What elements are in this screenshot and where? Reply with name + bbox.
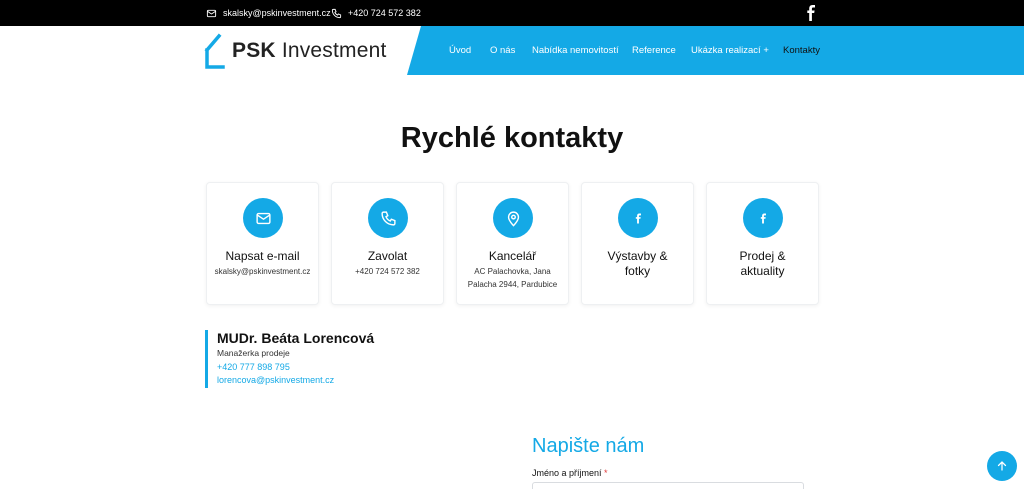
topbar-phone[interactable]: +420 724 572 382 [331, 0, 421, 26]
location-pin-icon [507, 210, 519, 227]
card-subtitle: AC Palachovka, Jana Palacha 2944, Pardub… [467, 267, 558, 289]
card-phone[interactable]: Zavolat +420 724 572 382 [331, 182, 444, 305]
nav-item-o-nas[interactable]: O nás [490, 26, 515, 75]
contact-person: MUDr. Beáta Lorencová Manažerka prodeje … [205, 330, 374, 388]
card-title: Zavolat [367, 249, 408, 263]
topbar-email[interactable]: skalsky@pskinvestment.cz [206, 0, 331, 26]
card-icon-circle [618, 198, 658, 238]
card-icon-circle [368, 198, 408, 238]
card-title: Prodej & aktuality [739, 249, 786, 278]
card-title: Výstavby & fotky [607, 249, 668, 278]
brand-name: PSK Investment [232, 39, 387, 63]
name-label-text: Jméno a příjmení [532, 468, 602, 478]
card-icon-circle [493, 198, 533, 238]
card-subtitle: skalsky@pskinvestment.cz [214, 267, 311, 276]
card-icon-circle [743, 198, 783, 238]
top-bar: skalsky@pskinvestment.cz +420 724 572 38… [0, 0, 1024, 26]
arrow-up-icon [997, 461, 1007, 471]
phone-icon [331, 8, 342, 18]
phone-icon [380, 210, 396, 226]
card-facebook-vystavby[interactable]: Výstavby & fotky [581, 182, 694, 305]
card-subtitle: +420 724 572 382 [355, 267, 420, 276]
name-input[interactable] [532, 482, 804, 489]
card-title: Kancelář [488, 249, 537, 263]
facebook-icon [635, 213, 641, 223]
person-role: Manažerka prodeje [217, 348, 290, 358]
name-field-label: Jméno a příjmení * [532, 468, 608, 478]
facebook-icon[interactable] [805, 5, 817, 21]
person-phone-link[interactable]: +420 777 898 795 [217, 362, 374, 373]
nav-item-uvod[interactable]: Úvod [449, 26, 471, 75]
nav-item-ukazka[interactable]: Ukázka realizací + [691, 26, 769, 75]
page-title: Rychlé kontakty [400, 122, 624, 154]
back-to-top-button[interactable] [987, 451, 1017, 481]
card-icon-circle [243, 198, 283, 238]
logo[interactable]: PSK Investment [204, 32, 387, 70]
house-logo-icon [204, 33, 225, 69]
nav-item-nabidka[interactable]: Nabídka nemovitostí [532, 26, 619, 75]
form-title: Napište nám [532, 435, 645, 457]
card-email[interactable]: Napsat e-mail skalsky@pskinvestment.cz [206, 182, 319, 305]
mail-icon [255, 212, 271, 224]
main-nav: Úvod O nás Nabídka nemovitostí Reference… [407, 26, 1024, 75]
nav-item-reference[interactable]: Reference [632, 26, 676, 75]
topbar-phone-text: +420 724 572 382 [348, 8, 421, 18]
person-name: MUDr. Beáta Lorencová [217, 330, 375, 346]
card-title: Napsat e-mail [225, 249, 300, 263]
card-facebook-prodej[interactable]: Prodej & aktuality [706, 182, 819, 305]
person-email-link[interactable]: lorencova@pskinvestment.cz [217, 375, 374, 386]
card-office[interactable]: Kancelář AC Palachovka, Jana Palacha 294… [456, 182, 569, 305]
brand-bold: PSK [232, 39, 276, 62]
topbar-email-text: skalsky@pskinvestment.cz [223, 8, 331, 18]
required-mark: * [604, 468, 608, 478]
facebook-icon [760, 213, 766, 223]
brand-rest: Investment [275, 39, 387, 62]
mail-icon [206, 9, 217, 17]
nav-item-kontakty[interactable]: Kontakty [783, 26, 820, 75]
